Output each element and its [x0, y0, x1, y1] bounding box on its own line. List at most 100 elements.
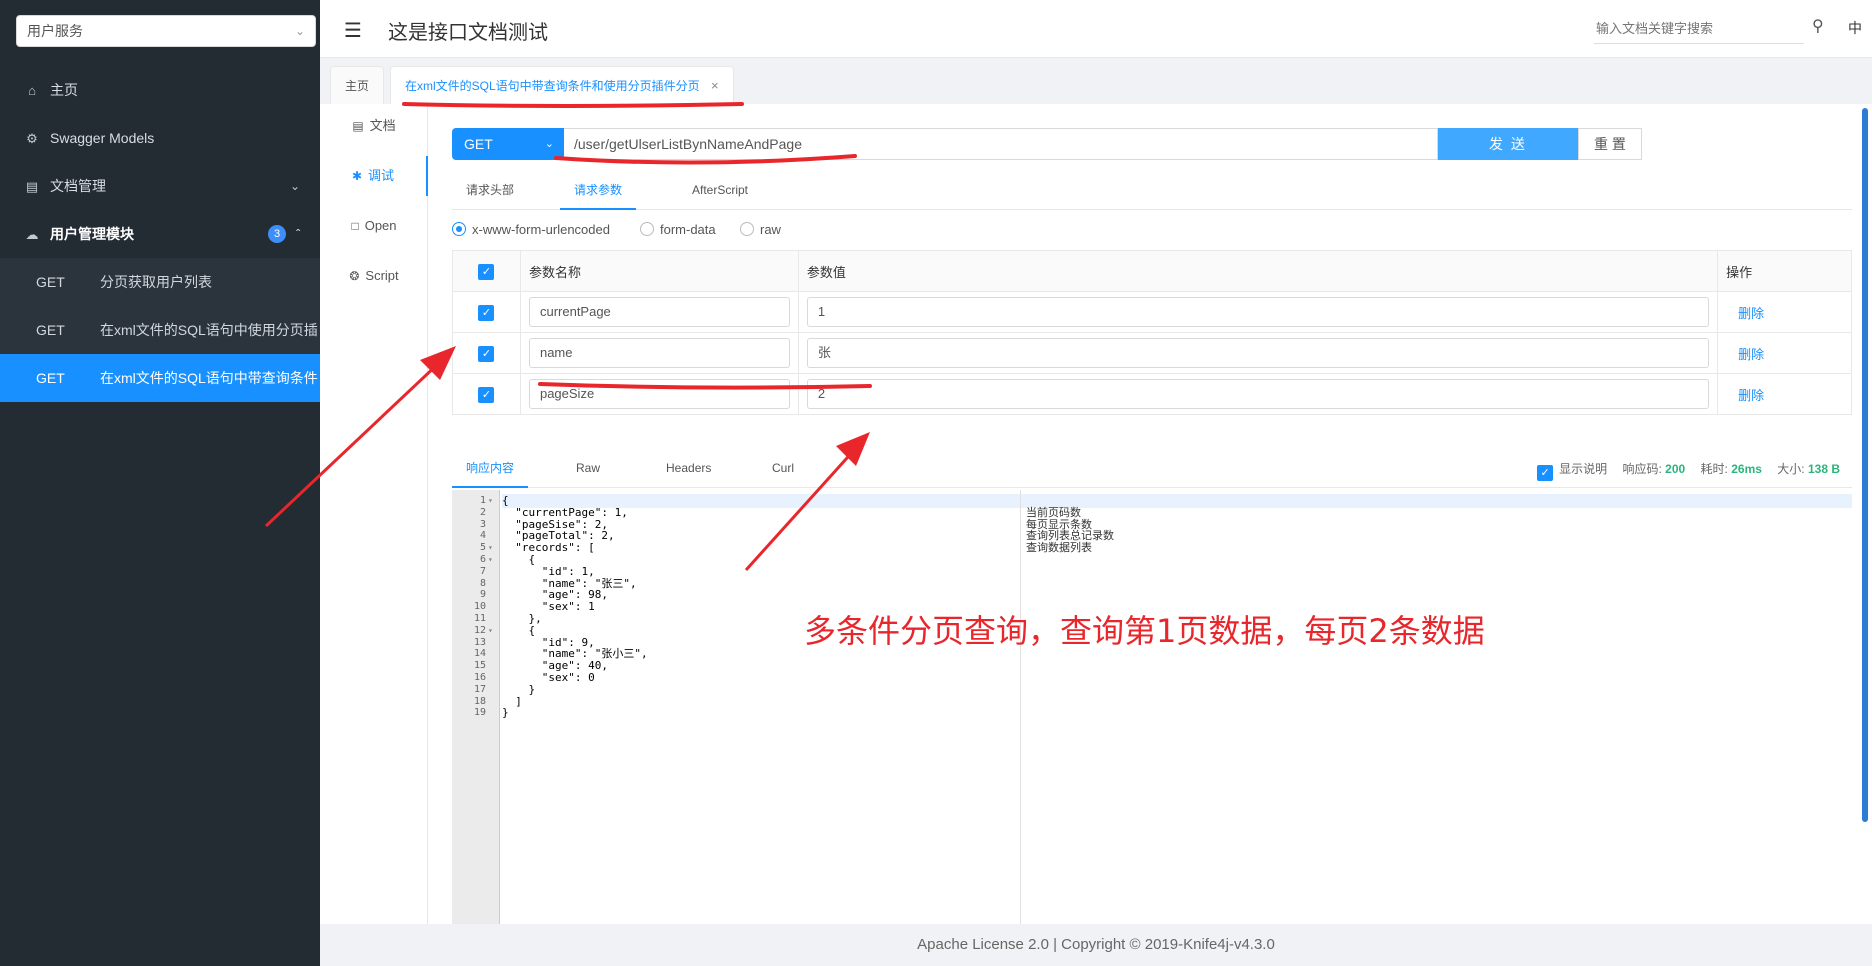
- row-checkbox[interactable]: ✓: [478, 345, 495, 362]
- sidebar-item-api[interactable]: GET 分页获取用户列表: [0, 258, 320, 306]
- tab-current-api[interactable]: 在xml文件的SQL语句中带查询条件和使用分页插件分页 ×: [390, 66, 734, 106]
- reset-button[interactable]: 重 置: [1578, 128, 1642, 160]
- bug-icon: ✱: [351, 169, 363, 183]
- param-name-input[interactable]: name: [528, 338, 790, 368]
- tab-after-script[interactable]: AfterScript: [678, 174, 762, 210]
- home-icon: ⌂: [28, 83, 36, 98]
- response-size: 138 B: [1807, 462, 1840, 476]
- tab-response-raw[interactable]: Raw: [562, 452, 614, 488]
- sidebar-item-label: 主页: [50, 82, 78, 98]
- tab-request-headers[interactable]: 请求头部: [452, 174, 528, 210]
- scrollbar[interactable]: [1862, 108, 1868, 822]
- footer: Apache License 2.0 | Copyright © 2019-Kn…: [320, 924, 1872, 966]
- line-number: 19: [473, 707, 486, 719]
- menu-toggle-icon[interactable]: ☰: [344, 18, 362, 43]
- sidebar-item-api[interactable]: GET 在xml文件的SQL语句中使用分页插: [0, 306, 320, 354]
- radio-form-data[interactable]: form-data: [640, 222, 716, 237]
- response-editor[interactable]: 1 ▾ 2 3 4 5 ▾ 6 ▾ 7 8 9 10 11 12 ▾ 13 14 15 16 17 18 19 { "cur…: [452, 490, 1852, 924]
- param-name-cell: name: [519, 332, 799, 374]
- sidebar-group-label: 用户管理模块: [50, 226, 134, 242]
- send-button[interactable]: 发 送: [1438, 128, 1578, 160]
- sidebar-item-label: Swagger Models: [50, 130, 155, 146]
- tab-script[interactable]: ❂ Script: [320, 256, 428, 296]
- chevron-down-icon: ⌄: [289, 179, 300, 193]
- language-switch[interactable]: 中: [1848, 18, 1862, 38]
- sidebar-group-user-management[interactable]: ☁ 用户管理模块 3 ˆ: [0, 210, 320, 258]
- radio-dot: [740, 222, 754, 236]
- param-name-input[interactable]: pageSize: [528, 379, 790, 409]
- page-title: 这是接口文档测试: [388, 22, 548, 44]
- cloud-icon: ☁: [25, 227, 39, 242]
- close-icon[interactable]: ×: [711, 78, 719, 93]
- tab-home[interactable]: 主页: [330, 66, 385, 106]
- chevron-down-icon: ⌄: [544, 138, 554, 150]
- fold-toggle-icon[interactable]: ▾: [488, 553, 493, 567]
- sidebar-item-swagger-models[interactable]: ⚙ Swagger Models: [0, 114, 320, 162]
- response-time: 26ms: [1731, 462, 1762, 476]
- select-all-cell: ✓: [452, 250, 521, 292]
- param-value-input[interactable]: 2: [806, 379, 1710, 409]
- gear-icon: ⚙: [26, 131, 38, 146]
- column-header: 操作: [1717, 250, 1852, 292]
- url-input[interactable]: /user/getUlserListBynNameAndPage: [564, 128, 1438, 160]
- count-badge: 3: [268, 225, 286, 243]
- field-description: 查询数据列表: [1026, 542, 1092, 555]
- radio-raw[interactable]: raw: [740, 222, 781, 237]
- show-desc-checkbox[interactable]: ✓: [1537, 465, 1554, 481]
- fold-toggle-icon[interactable]: ▾: [488, 624, 493, 638]
- param-value-cell: 1: [797, 291, 1719, 333]
- method-value: GET: [464, 136, 493, 152]
- chevron-up-icon: ˆ: [296, 227, 300, 241]
- tab-response-curl[interactable]: Curl: [758, 452, 808, 488]
- tab-response-headers[interactable]: Headers: [652, 452, 725, 488]
- table-row: ✓ currentPage 1 删除: [452, 291, 1852, 333]
- radio-label: form-data: [660, 222, 716, 237]
- param-value-cell: 2: [797, 373, 1719, 415]
- row-check-cell: ✓: [452, 373, 521, 415]
- radio-dot: [640, 222, 654, 236]
- sidebar-item-home[interactable]: ⌂ 主页: [0, 66, 320, 114]
- row-checkbox[interactable]: ✓: [478, 304, 495, 321]
- sidebar-item-doc-management[interactable]: ▤ 文档管理 ⌄: [0, 162, 320, 210]
- method-select[interactable]: GET ⌄: [452, 128, 564, 160]
- select-all-checkbox[interactable]: ✓: [478, 263, 495, 280]
- op-cell: 删除: [1717, 373, 1852, 415]
- active-line-highlight: [502, 494, 1852, 508]
- search-icon[interactable]: ⚲: [1812, 16, 1824, 36]
- param-value-cell: 张: [797, 332, 1719, 374]
- api-name: 在xml文件的SQL语句中带查询条件: [100, 370, 318, 386]
- row-check-cell: ✓: [452, 332, 521, 374]
- fold-toggle-icon[interactable]: ▾: [488, 494, 493, 508]
- param-name-input[interactable]: currentPage: [528, 297, 790, 327]
- vtab-label: Open: [364, 218, 397, 233]
- tab-request-params[interactable]: 请求参数: [560, 174, 637, 210]
- param-value-input[interactable]: 张: [806, 338, 1710, 368]
- column-header: 参数名称: [519, 250, 799, 292]
- delete-link[interactable]: 删除: [1738, 347, 1764, 362]
- sidebar: 用户服务 ⌄ ⌂ 主页 ⚙ Swagger Models ▤ 文档管理 ⌄ ☁ 用户管理…: [0, 0, 320, 966]
- radio-urlencoded[interactable]: x-www-form-urlencoded: [452, 222, 610, 237]
- show-desc-label: 显示说明: [1559, 462, 1608, 476]
- doc-icon: ▤: [352, 119, 364, 133]
- top-header: ☰ 这是接口文档测试 ⚲ 中: [320, 0, 1872, 58]
- search-input[interactable]: [1594, 14, 1804, 44]
- table-row: ✓ name 张 删除: [452, 332, 1852, 374]
- table-row: ✓ pageSize 2 删除: [452, 373, 1852, 415]
- tab-open[interactable]: □ Open: [320, 206, 428, 246]
- tab-doc[interactable]: ▤ 文档: [320, 106, 428, 146]
- row-checkbox[interactable]: ✓: [478, 386, 495, 403]
- param-value-input[interactable]: 1: [806, 297, 1710, 327]
- param-name-cell: pageSize: [519, 373, 799, 415]
- tab-response-content[interactable]: 响应内容: [452, 452, 529, 488]
- vtab-label: 调试: [368, 168, 395, 183]
- service-select[interactable]: 用户服务 ⌄: [16, 15, 316, 47]
- delete-link[interactable]: 删除: [1738, 388, 1764, 403]
- vtab-label: 文档: [369, 118, 396, 133]
- api-name: 在xml文件的SQL语句中使用分页插: [100, 322, 318, 338]
- response-meta: ✓ 显示说明 响应码: 200 耗时: 26ms 大小: 138 B: [1537, 460, 1840, 481]
- tab-debug[interactable]: ✱ 调试: [320, 156, 428, 196]
- delete-link[interactable]: 删除: [1738, 306, 1764, 321]
- params-table: ✓ 参数名称 参数值 操作 ✓ currentPage 1 删除 ✓ name …: [452, 250, 1852, 415]
- content-area: ▤ 文档 ✱ 调试 □ Open ❂ Script GET ⌄ /user/getUls…: [320, 104, 1872, 924]
- sidebar-item-api-active[interactable]: GET 在xml文件的SQL语句中带查询条件: [0, 354, 320, 402]
